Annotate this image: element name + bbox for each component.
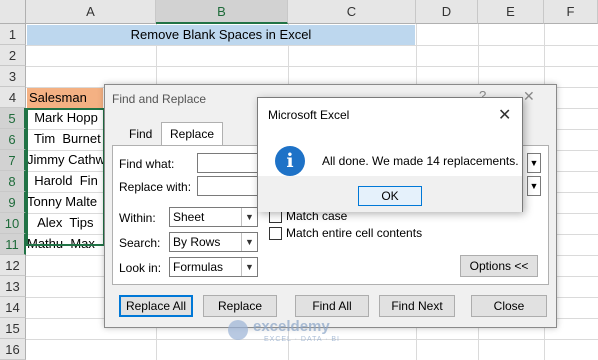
row-header-8[interactable]: 8	[0, 171, 26, 192]
look-in-select[interactable]: Formulas ▼	[169, 257, 258, 277]
row-header-16[interactable]: 16	[0, 339, 26, 360]
chevron-down-icon: ▼	[241, 233, 257, 251]
selection-range	[26, 108, 105, 246]
match-entire-checkbox[interactable]	[269, 227, 282, 240]
sheet-title-cell[interactable]: Remove Blank Spaces in Excel	[27, 25, 415, 45]
row-header-9[interactable]: 9	[0, 192, 26, 213]
row-header-14[interactable]: 14	[0, 297, 26, 318]
row-header-7[interactable]: 7	[0, 150, 26, 171]
row-header-13[interactable]: 13	[0, 276, 26, 297]
column-header-d[interactable]: D	[416, 0, 478, 24]
within-value: Sheet	[173, 210, 205, 224]
row-header-15[interactable]: 15	[0, 318, 26, 339]
search-label: Search:	[119, 236, 161, 250]
column-header-a[interactable]: A	[26, 0, 156, 24]
look-in-value: Formulas	[173, 260, 224, 274]
chevron-down-icon: ▼	[241, 208, 257, 226]
within-select[interactable]: Sheet ▼	[169, 207, 258, 227]
search-select[interactable]: By Rows ▼	[169, 232, 258, 252]
message-box: Microsoft Excel ✕ i All done. We made 14…	[257, 97, 523, 212]
match-entire-label: Match entire cell contents	[286, 226, 423, 240]
close-icon[interactable]: ✕	[498, 105, 511, 125]
replace-button[interactable]: Replace	[203, 295, 277, 317]
exceldemy-logo-icon	[228, 320, 248, 340]
close-button[interactable]: Close	[471, 295, 547, 317]
replace-all-button[interactable]: Replace All	[119, 295, 193, 317]
row-header-1[interactable]: 1	[0, 24, 26, 45]
row-header-5[interactable]: 5	[0, 108, 26, 129]
tab-replace[interactable]: Replace	[161, 122, 224, 146]
find-format-dropdown[interactable]: ▼	[527, 153, 541, 173]
row-header-2[interactable]: 2	[0, 45, 26, 66]
row-header-10[interactable]: 10	[0, 213, 26, 234]
close-icon[interactable]: ✕	[523, 88, 535, 105]
watermark-tagline: EXCEL · DATA · BI	[264, 336, 340, 343]
select-all-corner[interactable]	[0, 0, 26, 24]
gridline	[26, 45, 598, 46]
look-in-label: Look in:	[119, 261, 162, 275]
chevron-down-icon: ▼	[241, 258, 257, 276]
row-header-12[interactable]: 12	[0, 255, 26, 276]
info-icon: i	[275, 146, 305, 176]
row-header-11[interactable]: 11	[0, 234, 26, 255]
row-header-4[interactable]: 4	[0, 87, 26, 108]
column-header-b[interactable]: B	[156, 0, 288, 24]
replace-format-dropdown[interactable]: ▼	[527, 176, 541, 196]
within-label: Within:	[119, 211, 156, 225]
message-box-title: Microsoft Excel	[258, 98, 522, 132]
gridline	[26, 66, 598, 67]
row-header-6[interactable]: 6	[0, 129, 26, 150]
find-next-button[interactable]: Find Next	[379, 295, 455, 317]
options-button[interactable]: Options <<	[460, 255, 538, 277]
watermark-name: exceldemy	[253, 318, 330, 335]
column-header-e[interactable]: E	[478, 0, 544, 24]
tab-find[interactable]: Find	[121, 123, 160, 145]
find-what-label: Find what:	[119, 157, 175, 171]
row-header-3[interactable]: 3	[0, 66, 26, 87]
dialog-title: Find and Replace	[112, 92, 207, 106]
ok-button[interactable]: OK	[358, 186, 422, 206]
salesman-header-cell[interactable]: Salesman	[27, 88, 103, 108]
column-header-c[interactable]: C	[288, 0, 416, 24]
column-header-f[interactable]: F	[544, 0, 598, 24]
find-all-button[interactable]: Find All	[295, 295, 369, 317]
replace-with-label: Replace with:	[119, 180, 192, 194]
search-value: By Rows	[173, 235, 221, 249]
message-text: All done. We made 14 replacements.	[322, 154, 519, 168]
